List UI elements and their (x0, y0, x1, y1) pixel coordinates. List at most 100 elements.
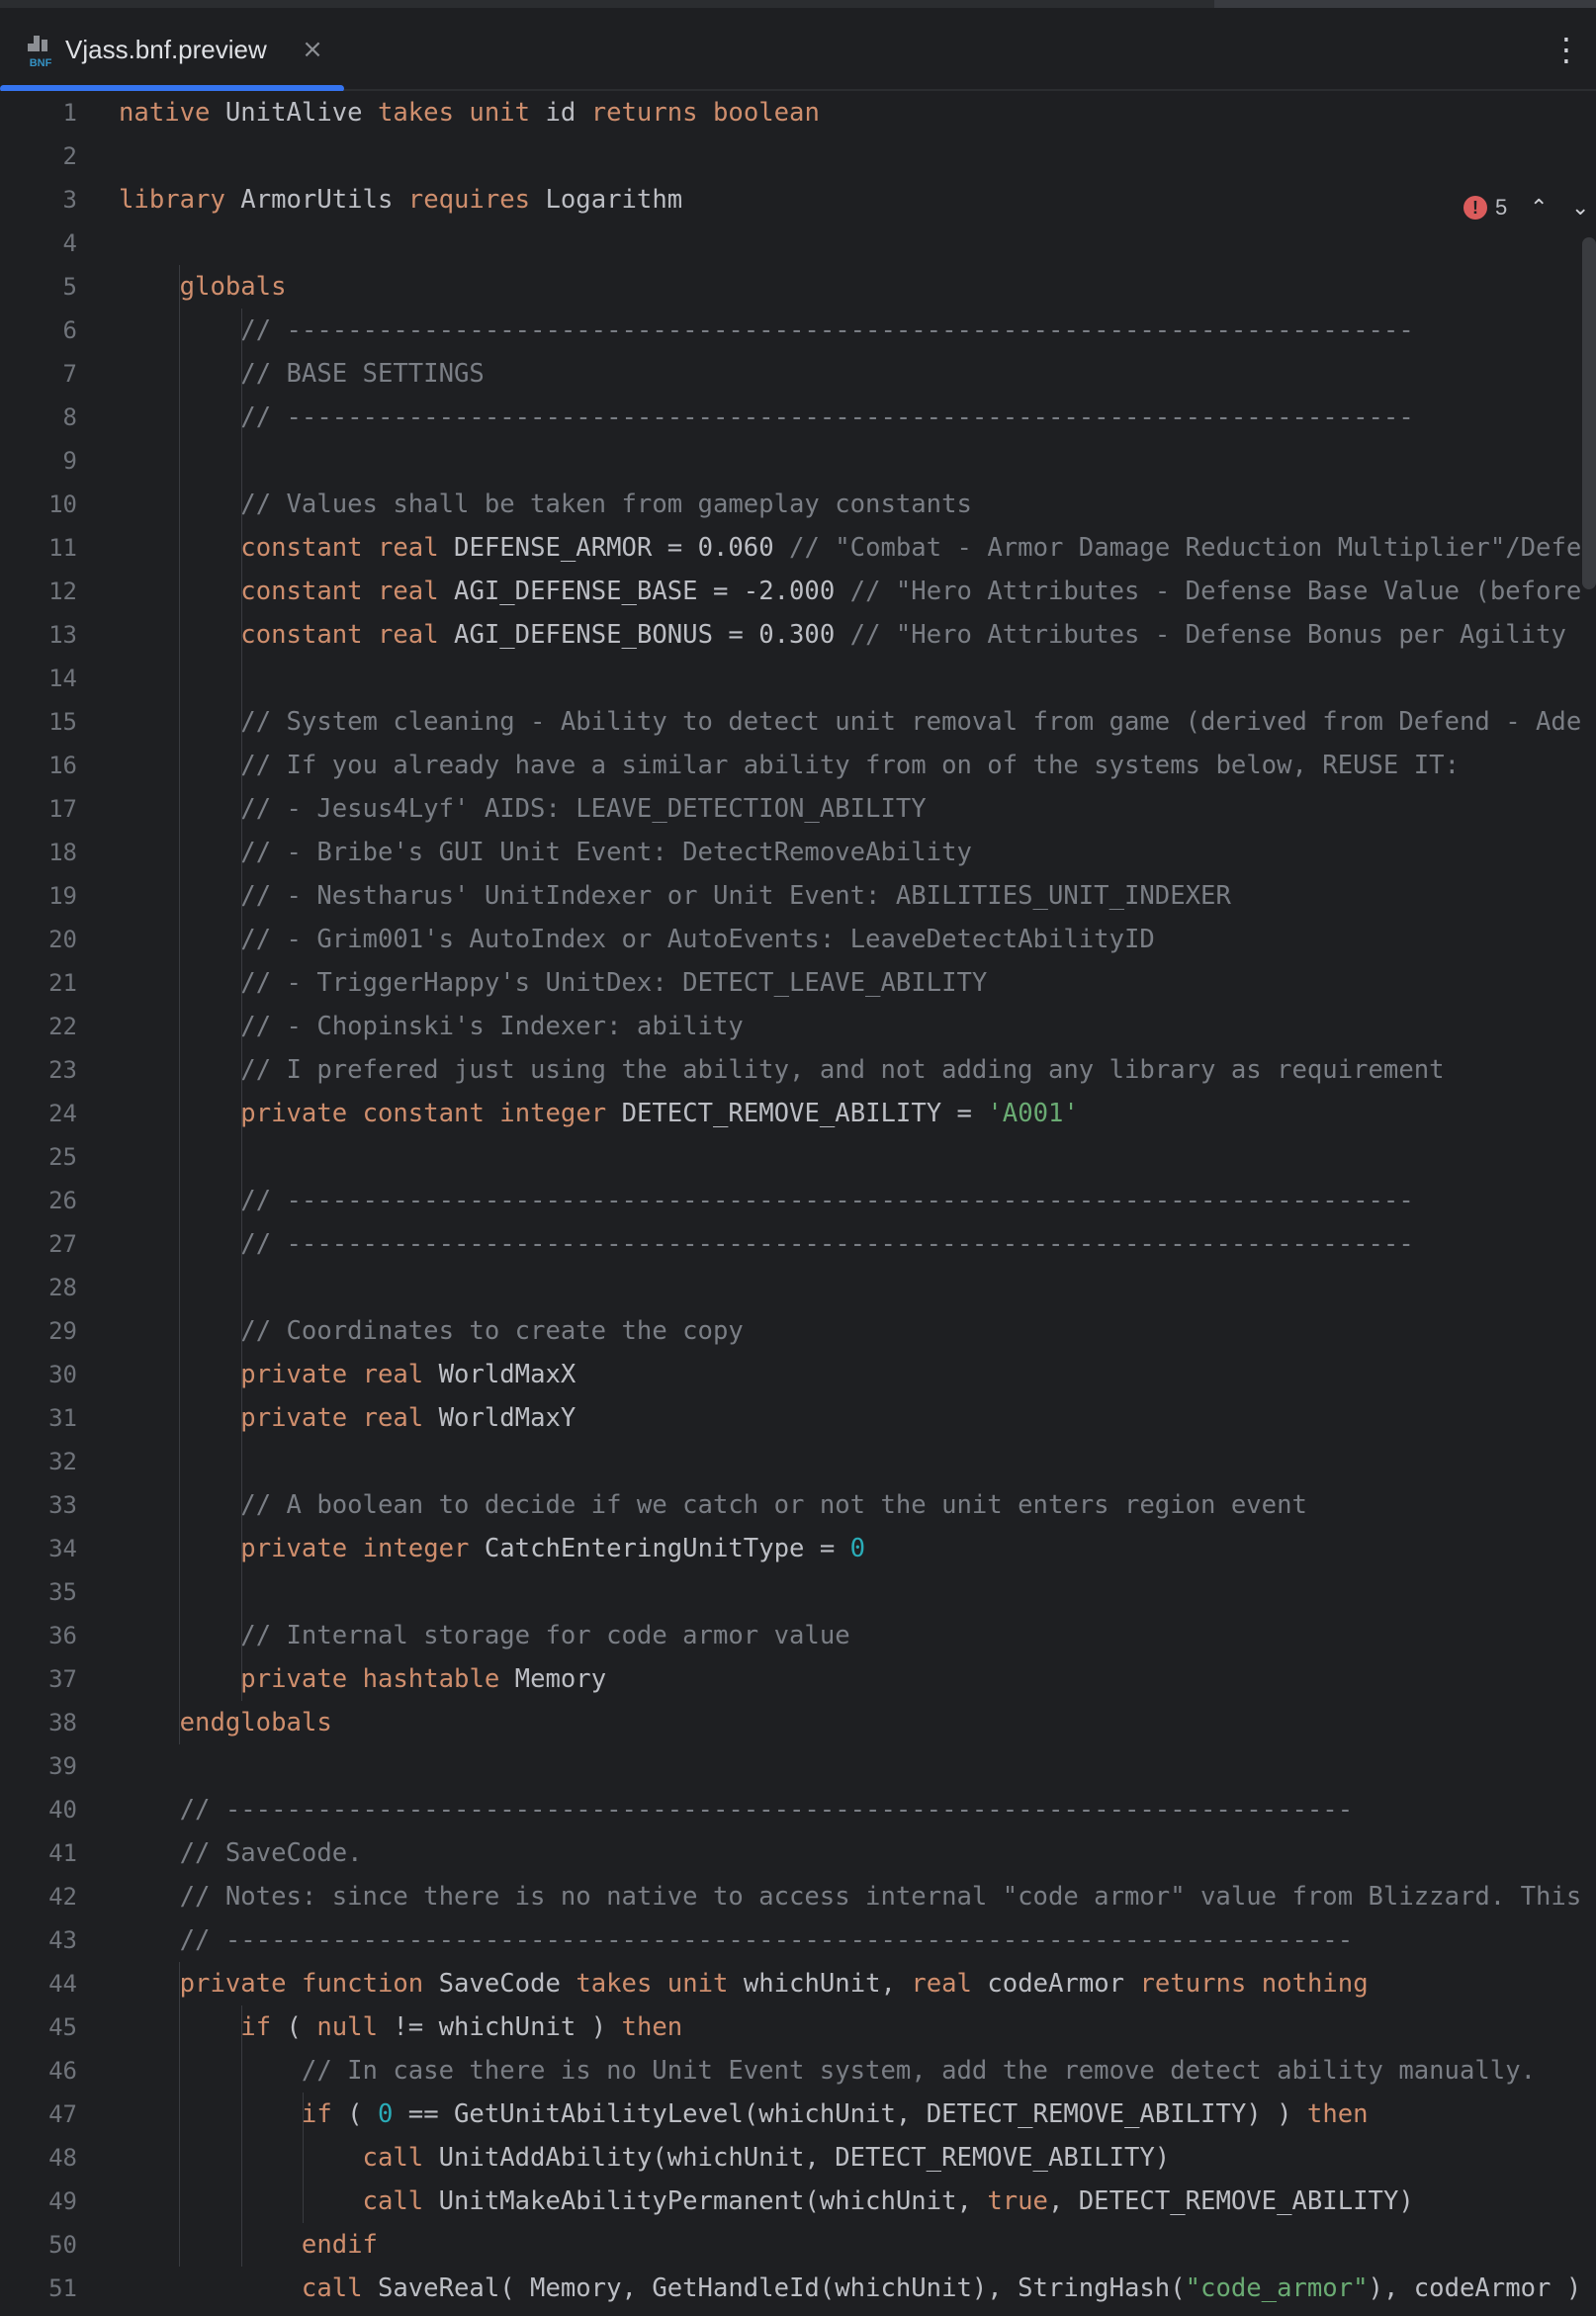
previous-highlight-icon[interactable]: ⌃ (1529, 196, 1549, 221)
line-number: 42 (48, 1883, 77, 1911)
line-number: 25 (48, 1143, 77, 1171)
indent-guide (240, 309, 242, 1701)
code-line[interactable]: if ( 0 == GetUnitAbilityLevel(whichUnit,… (119, 2093, 1369, 2136)
line-number: 39 (48, 1752, 77, 1780)
line-number: 20 (48, 926, 77, 953)
code-line[interactable]: // - Jesus4Lyf' AIDS: LEAVE_DETECTION_AB… (119, 787, 926, 831)
indent-guide (179, 1962, 181, 2267)
code-line[interactable]: // -------------------------------------… (119, 309, 1413, 352)
line-number: 51 (48, 2274, 77, 2302)
next-highlight-icon[interactable]: ⌄ (1570, 196, 1590, 221)
line-number: 48 (48, 2144, 77, 2172)
line-number: 44 (48, 1970, 77, 1998)
line-number: 40 (48, 1796, 77, 1824)
line-number: 16 (48, 752, 77, 779)
code-line[interactable]: // BASE SETTINGS (119, 352, 485, 396)
code-line[interactable]: // - Chopinski's Indexer: ability (119, 1005, 744, 1048)
editor-tab-bar: BNF Vjass.bnf.preview × ⋮ (0, 8, 1596, 92)
line-number: 36 (48, 1622, 77, 1649)
code-area[interactable]: native UnitAlive takes unit id returns b… (119, 91, 1596, 2316)
tab-title: Vjass.bnf.preview (65, 35, 267, 64)
code-line[interactable]: native UnitAlive takes unit id returns b… (119, 91, 820, 134)
code-line[interactable]: // - TriggerHappy's UnitDex: DETECT_LEAV… (119, 961, 987, 1005)
code-line[interactable]: private integer CatchEnteringUnitType = … (119, 1527, 865, 1570)
code-line[interactable]: // In case there is no Unit Event system… (119, 2049, 1536, 2093)
line-number: 38 (48, 1709, 77, 1737)
line-number: 45 (48, 2013, 77, 2041)
line-number: 3 (62, 186, 77, 214)
code-line[interactable]: // Values shall be taken from gameplay c… (119, 483, 972, 526)
code-line[interactable]: endif (119, 2223, 378, 2267)
line-number: 27 (48, 1230, 77, 1258)
line-number: 1 (62, 99, 77, 127)
code-line[interactable]: // System cleaning - Ability to detect u… (119, 700, 1581, 744)
line-number: 6 (62, 316, 77, 344)
line-number: 8 (62, 403, 77, 431)
code-line[interactable]: // - Nestharus' UnitIndexer or Unit Even… (119, 874, 1231, 918)
code-line[interactable]: call UnitAddAbility(whichUnit, DETECT_RE… (119, 2136, 1171, 2180)
line-number: 2 (62, 142, 77, 170)
line-number: 34 (48, 1535, 77, 1562)
line-number: 35 (48, 1578, 77, 1606)
code-line[interactable]: endglobals (119, 1701, 332, 1744)
code-line[interactable]: private constant integer DETECT_REMOVE_A… (119, 1092, 1079, 1135)
code-line[interactable]: // If you already have a similar ability… (119, 744, 1460, 787)
code-line[interactable]: constant real AGI_DEFENSE_BASE = -2.000 … (119, 570, 1581, 613)
line-number: 17 (48, 795, 77, 823)
code-line[interactable]: // - Bribe's GUI Unit Event: DetectRemov… (119, 831, 972, 874)
line-number: 4 (62, 229, 77, 257)
code-line[interactable]: // -------------------------------------… (119, 1788, 1353, 1831)
indent-guide (303, 2093, 305, 2223)
line-number: 30 (48, 1361, 77, 1388)
code-line[interactable]: call UnitMakeAbilityPermanent(whichUnit,… (119, 2180, 1414, 2223)
more-options-icon[interactable]: ⋮ (1551, 28, 1582, 71)
top-strip (0, 0, 1596, 8)
line-number: 46 (48, 2057, 77, 2085)
code-line[interactable]: // - Grim001's AutoIndex or AutoEvents: … (119, 918, 1155, 961)
code-line[interactable]: // Notes: since there is no native to ac… (119, 1875, 1582, 1918)
code-line[interactable]: // Coordinates to create the copy (119, 1309, 744, 1353)
line-number: 18 (48, 839, 77, 866)
code-line[interactable]: private real WorldMaxY (119, 1396, 576, 1440)
line-number: 15 (48, 708, 77, 736)
line-number: 29 (48, 1317, 77, 1345)
line-number: 33 (48, 1491, 77, 1519)
code-line[interactable]: // -------------------------------------… (119, 1179, 1413, 1222)
code-line[interactable]: if ( null != whichUnit ) then (119, 2005, 682, 2049)
line-number: 11 (48, 534, 77, 562)
code-line[interactable]: // -------------------------------------… (119, 1222, 1413, 1266)
code-line[interactable]: // A boolean to decide if we catch or no… (119, 1483, 1307, 1527)
code-line[interactable]: private hashtable Memory (119, 1657, 606, 1701)
inspection-widget[interactable]: ! 5 ⌃ ⌄ (1463, 190, 1590, 225)
code-line[interactable]: private function SaveCode takes unit whi… (119, 1962, 1369, 2005)
line-number: 23 (48, 1056, 77, 1084)
code-line[interactable]: globals (119, 265, 287, 309)
line-number: 24 (48, 1100, 77, 1127)
code-line[interactable]: constant real AGI_DEFENSE_BONUS = 0.300 … (119, 613, 1581, 657)
code-line[interactable]: // I prefered just using the ability, an… (119, 1048, 1444, 1092)
code-line[interactable]: // -------------------------------------… (119, 1918, 1353, 1962)
line-number: 43 (48, 1926, 77, 1954)
code-line[interactable]: // SaveCode. (119, 1831, 363, 1875)
indent-guide (179, 265, 181, 1744)
code-line[interactable]: library ArmorUtils requires Logarithm (119, 178, 682, 222)
line-number: 31 (48, 1404, 77, 1432)
line-number: 19 (48, 882, 77, 910)
line-number: 22 (48, 1013, 77, 1040)
line-number: 41 (48, 1839, 77, 1867)
line-number: 13 (48, 621, 77, 649)
code-line[interactable]: // Internal storage for code armor value (119, 1614, 849, 1657)
close-icon[interactable]: × (299, 32, 326, 67)
code-line[interactable]: constant real DEFENSE_ARMOR = 0.060 // "… (119, 526, 1581, 570)
line-number: 28 (48, 1274, 77, 1301)
line-number: 10 (48, 490, 77, 518)
code-line[interactable]: call SaveReal( Memory, GetHandleId(which… (119, 2267, 1581, 2310)
code-line[interactable]: // -------------------------------------… (119, 396, 1413, 439)
tab-vjass-bnf-preview[interactable]: BNF Vjass.bnf.preview × (0, 8, 344, 92)
code-line[interactable]: private real WorldMaxX (119, 1353, 576, 1396)
error-count: 5 (1495, 195, 1508, 220)
horizontal-scroll-hint[interactable] (1214, 0, 1596, 8)
line-number-gutter: 1 2 3 4 5 6 7 8 9 10 11 12 13 14 15 16 17 18 19 20 21 22 23 24 2… (0, 91, 103, 2316)
code-editor[interactable]: 1 2 3 4 5 6 7 8 9 10 11 12 13 14 15 16 17 18 19 20 21 22 23 24 2… (0, 91, 1596, 2316)
vertical-scrollbar-thumb[interactable] (1582, 237, 1596, 589)
